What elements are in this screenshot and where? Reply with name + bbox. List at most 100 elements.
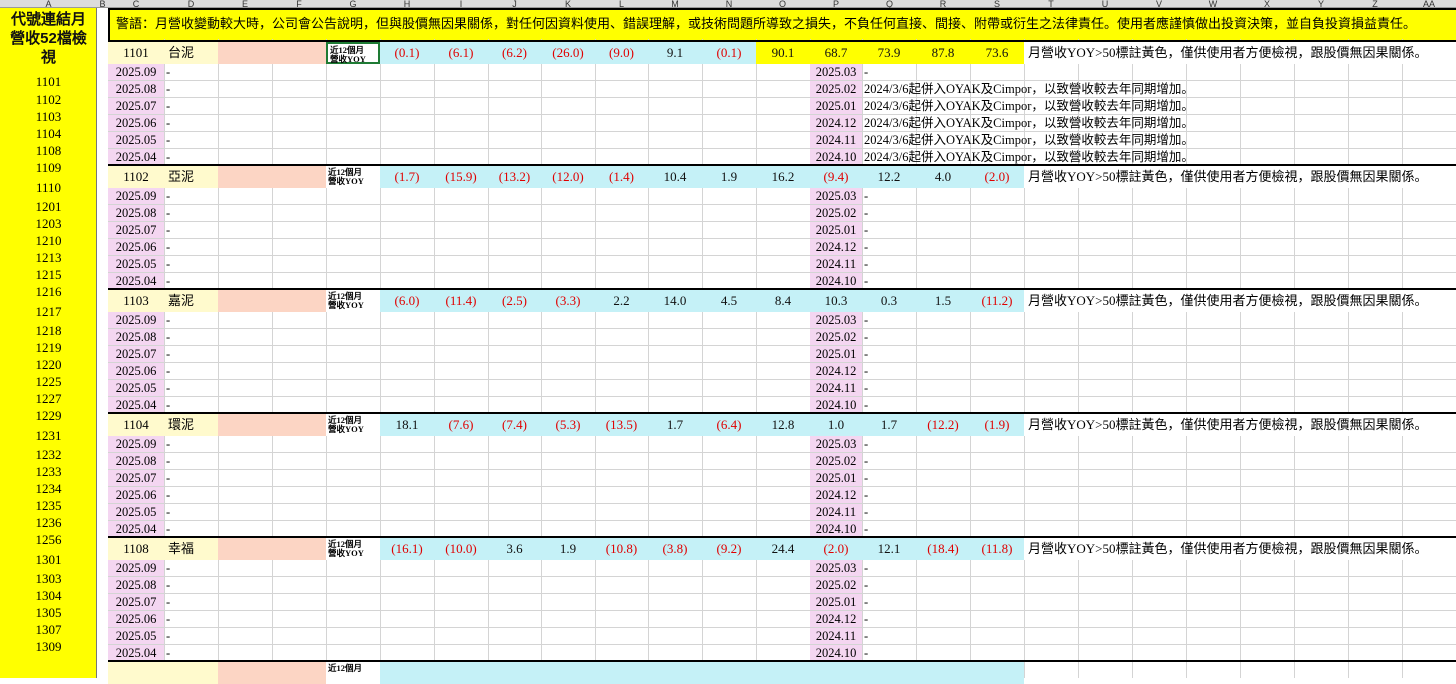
yoy-value-cell[interactable]: 73.6 (970, 42, 1024, 64)
code-link-1213[interactable]: 1213 (0, 250, 97, 266)
yoy-value-cell[interactable]: 10.4 (648, 166, 702, 188)
yoy-value-cell[interactable]: (10.8) (595, 538, 648, 560)
right-month-date[interactable]: 2024.11 (810, 256, 862, 273)
yoy-value-cell[interactable]: (13.5) (595, 414, 648, 436)
yoy-value-cell[interactable]: (7.6) (434, 414, 488, 436)
code-link-1233[interactable]: 1233 (0, 464, 97, 480)
code-link-1203[interactable]: 1203 (0, 216, 97, 232)
yoy-value-cell[interactable]: 1.9 (702, 166, 756, 188)
code-link-1225[interactable]: 1225 (0, 374, 97, 390)
code-link-1102[interactable]: 1102 (0, 92, 97, 108)
yoy-value-cell[interactable]: 12.1 (862, 538, 916, 560)
yoy-value-cell[interactable]: (6.2) (488, 42, 541, 64)
yoy-label-cell[interactable]: 近12個月 營收YOY (326, 166, 380, 188)
stock-code[interactable]: 1104 (108, 414, 164, 436)
column-header-v[interactable]: V (1132, 0, 1186, 9)
yoy-label-cell[interactable]: 近12個月 營收YOY (326, 42, 380, 64)
right-month-date[interactable]: 2025.02 (810, 205, 862, 222)
left-month-date[interactable]: 2025.05 (108, 380, 164, 397)
left-month-date[interactable]: 2025.09 (108, 436, 164, 453)
yoy-value-cell[interactable]: 12.8 (756, 414, 810, 436)
stock-code[interactable]: 1102 (108, 166, 164, 188)
column-header-d[interactable]: D (164, 0, 218, 9)
yoy-value-cell[interactable]: 4.0 (916, 166, 970, 188)
column-header-s[interactable]: S (970, 0, 1024, 9)
yoy-value-cell[interactable]: 2.2 (595, 290, 648, 312)
yoy-value-cell[interactable]: (12.2) (916, 414, 970, 436)
yoy-value-cell[interactable]: (26.0) (541, 42, 595, 64)
code-link-1309[interactable]: 1309 (0, 639, 97, 655)
left-month-date[interactable]: 2025.05 (108, 132, 164, 149)
yoy-value-cell[interactable]: 73.9 (862, 42, 916, 64)
yoy-value-cell[interactable]: 1.7 (648, 414, 702, 436)
yoy-label-cell[interactable]: 近12個月 營收YOY (326, 414, 380, 436)
yoy-value-cell[interactable]: 18.1 (380, 414, 434, 436)
left-month-date[interactable]: 2025.07 (108, 222, 164, 239)
column-header-o[interactable]: O (756, 0, 809, 9)
yoy-value-cell[interactable]: 1.5 (916, 290, 970, 312)
code-link-1218[interactable]: 1218 (0, 323, 97, 339)
yoy-value-cell[interactable]: (18.4) (916, 538, 970, 560)
yoy-value-cell[interactable]: (11.8) (970, 538, 1024, 560)
column-header-u[interactable]: U (1078, 0, 1132, 9)
column-header-w[interactable]: W (1186, 0, 1240, 9)
right-month-date[interactable]: 2024.11 (810, 504, 862, 521)
stock-code[interactable]: 1103 (108, 290, 164, 312)
right-month-date[interactable]: 2025.02 (810, 577, 862, 594)
yoy-value-cell[interactable]: (2.0) (810, 538, 862, 560)
yoy-value-cell[interactable]: (1.9) (970, 414, 1024, 436)
yoy-value-cell[interactable]: 87.8 (916, 42, 970, 64)
right-month-date[interactable]: 2025.03 (810, 436, 862, 453)
yoy-value-cell[interactable]: (10.0) (434, 538, 488, 560)
column-header-p[interactable]: P (809, 0, 863, 9)
column-header-t[interactable]: T (1024, 0, 1078, 9)
column-header-n[interactable]: N (702, 0, 756, 9)
yoy-value-cell[interactable]: 10.3 (810, 290, 862, 312)
left-month-date[interactable]: 2025.06 (108, 363, 164, 380)
code-link-1215[interactable]: 1215 (0, 267, 97, 283)
yoy-value-cell[interactable]: (11.4) (434, 290, 488, 312)
yoy-value-cell[interactable]: (1.7) (380, 166, 434, 188)
code-link-1104[interactable]: 1104 (0, 126, 97, 142)
yoy-value-cell[interactable]: (2.5) (488, 290, 541, 312)
left-month-date[interactable]: 2025.05 (108, 256, 164, 273)
left-month-date[interactable]: 2025.09 (108, 560, 164, 577)
code-link-1307[interactable]: 1307 (0, 622, 97, 638)
yoy-value-cell[interactable]: (1.4) (595, 166, 648, 188)
left-month-date[interactable]: 2025.09 (108, 312, 164, 329)
code-link-1108[interactable]: 1108 (0, 143, 97, 159)
column-header-y[interactable]: Y (1294, 0, 1348, 9)
left-month-date[interactable]: 2025.08 (108, 329, 164, 346)
column-header-b[interactable]: B (97, 0, 108, 9)
right-month-date[interactable]: 2025.02 (810, 329, 862, 346)
left-month-date[interactable]: 2025.06 (108, 115, 164, 132)
yoy-value-cell[interactable]: 1.0 (810, 414, 862, 436)
yoy-value-cell[interactable]: 8.4 (756, 290, 810, 312)
code-link-1256[interactable]: 1256 (0, 532, 97, 548)
yoy-value-cell[interactable]: (6.1) (434, 42, 488, 64)
yoy-value-cell[interactable]: 90.1 (756, 42, 810, 64)
code-link-1305[interactable]: 1305 (0, 605, 97, 621)
left-month-date[interactable]: 2025.07 (108, 594, 164, 611)
code-link-1201[interactable]: 1201 (0, 199, 97, 215)
yoy-value-cell[interactable]: 12.2 (862, 166, 916, 188)
code-link-1304[interactable]: 1304 (0, 588, 97, 604)
yoy-value-cell[interactable]: (13.2) (488, 166, 541, 188)
left-month-date[interactable]: 2025.08 (108, 577, 164, 594)
column-header-j[interactable]: J (488, 0, 541, 9)
code-link-1234[interactable]: 1234 (0, 481, 97, 497)
code-link-1303[interactable]: 1303 (0, 571, 97, 587)
code-link-1229[interactable]: 1229 (0, 408, 97, 424)
yoy-value-cell[interactable]: (0.1) (380, 42, 434, 64)
yoy-label-cell[interactable]: 近12個月 營收YOY (326, 538, 380, 560)
yoy-value-cell[interactable]: (15.9) (434, 166, 488, 188)
yoy-value-cell[interactable]: (7.4) (488, 414, 541, 436)
left-month-date[interactable]: 2025.09 (108, 64, 164, 81)
right-month-date[interactable]: 2025.03 (810, 64, 862, 81)
left-month-date[interactable]: 2025.06 (108, 239, 164, 256)
yoy-value-cell[interactable]: (6.0) (380, 290, 434, 312)
code-link-1235[interactable]: 1235 (0, 498, 97, 514)
yoy-value-cell[interactable]: 1.7 (862, 414, 916, 436)
column-header-c[interactable]: C (108, 0, 164, 9)
stock-code-partial[interactable] (108, 662, 164, 684)
